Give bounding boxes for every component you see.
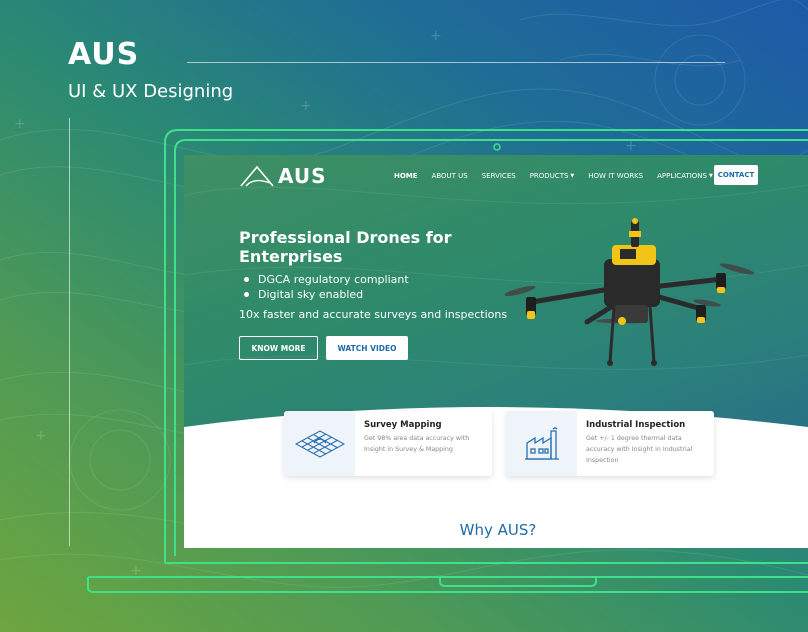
site-logo[interactable]: AUS [240, 164, 327, 188]
nav-item-services[interactable]: SERVICES [482, 172, 516, 180]
title-divider-vertical [69, 118, 70, 546]
page-title: AUS [68, 37, 140, 72]
card-icon-box [506, 411, 577, 476]
nav-item-applications[interactable]: APPLICATIONS [657, 172, 707, 180]
logo-mountain-icon [240, 165, 274, 187]
webcam-icon [493, 143, 501, 151]
nav-item-about-us[interactable]: ABOUT US [432, 172, 468, 180]
hero-tagline: 10x faster and accurate surveys and insp… [239, 308, 508, 321]
watch-video-button[interactable]: WATCH VIDEO [326, 336, 408, 360]
nav-item-products[interactable]: PRODUCTS [530, 172, 569, 180]
chevron-down-icon: ▼ [708, 173, 713, 179]
contact-button[interactable]: CONTACT [714, 165, 758, 185]
hero-bullet: DGCA regulatory compliant [244, 272, 409, 287]
why-aus-heading: Why AUS? [459, 521, 537, 539]
main-nav: HOME ABOUT US SERVICES PRODUCTS ▼ HOW IT… [394, 172, 713, 180]
page-subtitle: UI & UX Designing [68, 81, 234, 102]
service-card-survey-mapping[interactable]: Survey Mapping Get 98% area data accurac… [284, 411, 492, 476]
drone-image [504, 218, 755, 366]
svg-text:+: + [430, 28, 442, 44]
chevron-down-icon: ▼ [570, 173, 575, 179]
website-screen: AUS HOME ABOUT US SERVICES PRODUCTS ▼ HO… [184, 155, 808, 548]
card-icon-box [284, 411, 355, 476]
svg-text:+: + [300, 98, 312, 114]
svg-text:+: + [130, 563, 142, 579]
logo-text: AUS [278, 164, 327, 188]
hero-bullets: DGCA regulatory compliant Digital sky en… [244, 272, 409, 302]
title-divider-horizontal [187, 62, 725, 63]
card-description: Get 98% area data accuracy with Insight … [364, 435, 470, 453]
svg-text:+: + [35, 428, 47, 444]
svg-text:+: + [14, 116, 26, 132]
card-title: Industrial Inspection [586, 420, 686, 430]
know-more-button[interactable]: KNOW MORE [239, 336, 318, 360]
svg-text:+: + [625, 138, 637, 154]
service-card-industrial-inspection[interactable]: Industrial Inspection Get +/- 1 degree t… [506, 411, 714, 476]
nav-item-home[interactable]: HOME [394, 172, 418, 180]
factory-icon [524, 426, 559, 460]
hero-bullet: Digital sky enabled [244, 287, 409, 302]
card-title: Survey Mapping [364, 420, 442, 430]
survey-grid-icon [294, 429, 345, 458]
card-description: Get +/- 1 degree thermal data accuracy w… [586, 435, 693, 464]
nav-item-how-it-works[interactable]: HOW IT WORKS [588, 172, 643, 180]
hero-title: Professional Drones for Enterprises [239, 228, 452, 266]
